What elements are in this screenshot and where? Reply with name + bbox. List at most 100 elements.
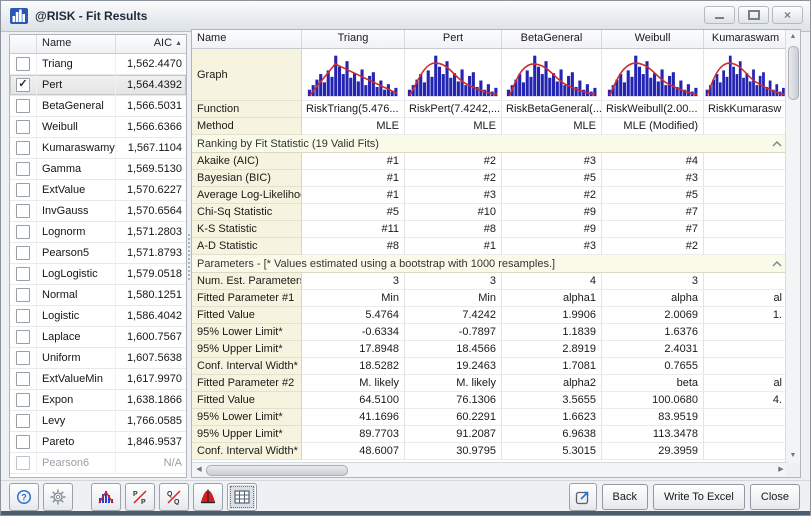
horizontal-scroll-thumb[interactable] <box>206 465 348 476</box>
fit-column-header[interactable]: Pert <box>405 30 502 48</box>
list-item[interactable]: Weibull1,566.6366 <box>10 117 186 138</box>
value-cell: 1.1839 <box>502 324 602 341</box>
fit-column-header[interactable]: Kumaraswam <box>704 30 788 48</box>
list-item[interactable]: Kumaraswamy1,567.1104 <box>10 138 186 159</box>
list-item[interactable]: Uniform1,607.5638 <box>10 348 186 369</box>
list-item[interactable]: InvGauss1,570.6564 <box>10 201 186 222</box>
vertical-scroll-thumb[interactable] <box>788 46 799 100</box>
minimize-button[interactable] <box>704 6 735 24</box>
list-item[interactable]: BetaGeneral1,566.5031 <box>10 96 186 117</box>
maximize-button[interactable] <box>738 6 769 24</box>
back-button[interactable]: Back <box>602 484 648 510</box>
fit-checkbox[interactable] <box>16 351 30 365</box>
row-label: Conf. Interval Width* <box>192 358 302 375</box>
fit-checkbox[interactable] <box>16 435 30 449</box>
fit-checkbox[interactable] <box>16 456 30 470</box>
fit-checkbox[interactable] <box>16 162 30 176</box>
pp-plot-button[interactable]: P P <box>125 483 155 511</box>
fit-checkbox[interactable] <box>16 225 30 239</box>
scroll-left-icon[interactable]: ◀ <box>192 463 206 477</box>
aic-column-header[interactable]: AIC▲ <box>116 35 186 53</box>
value-cell: #2 <box>405 170 502 187</box>
close-dialog-button[interactable]: Close <box>750 484 800 510</box>
export-button[interactable] <box>569 483 597 511</box>
checkbox-cell <box>10 369 37 389</box>
checkbox-cell <box>10 201 37 221</box>
fit-checkbox[interactable] <box>16 120 30 134</box>
statistics-grid-button[interactable] <box>227 483 257 511</box>
value-cell: 5.3015 <box>502 443 602 460</box>
list-item[interactable]: Gamma1,569.5130 <box>10 159 186 180</box>
list-item[interactable]: Lognorm1,571.2803 <box>10 222 186 243</box>
scroll-down-icon[interactable]: ▼ <box>786 449 800 463</box>
svg-text:Q: Q <box>174 499 180 505</box>
titlebar[interactable]: @RISK - Fit Results × <box>1 1 810 32</box>
fit-comparison-panel: NameTriangPertBetaGeneralWeibullKumarasw… <box>191 29 801 478</box>
write-to-excel-button[interactable]: Write To Excel <box>653 484 745 510</box>
list-item[interactable]: LogLogistic1,579.0518 <box>10 264 186 285</box>
settings-button[interactable] <box>43 483 73 511</box>
scroll-up-icon[interactable]: ▲ <box>786 30 800 44</box>
collapse-chevron-icon[interactable] <box>772 261 782 267</box>
list-item[interactable]: ExtValueMin1,617.9970 <box>10 369 186 390</box>
value-cell: 3 <box>602 273 704 290</box>
fit-checkbox[interactable] <box>16 393 30 407</box>
list-item[interactable]: Laplace1,600.7567 <box>10 327 186 348</box>
value-cell: 18.4566 <box>405 341 502 358</box>
scrollbar-corner <box>786 463 800 477</box>
vertical-scrollbar[interactable]: ▲ ▼ <box>785 30 800 463</box>
value-cell: alpha2 <box>502 375 602 392</box>
fit-checkbox[interactable] <box>16 414 30 428</box>
checkbox-cell <box>10 306 37 326</box>
value-cell: 3 <box>405 273 502 290</box>
fit-checkbox[interactable] <box>16 372 30 386</box>
row-label: Fitted Value <box>192 392 302 409</box>
value-cell: #1 <box>302 187 405 204</box>
help-button[interactable]: ? <box>9 483 39 511</box>
list-item[interactable]: Pearson51,571.8793 <box>10 243 186 264</box>
fit-name-cell: Normal <box>37 285 116 305</box>
value-cell: #9 <box>502 204 602 221</box>
fit-checkbox[interactable] <box>16 330 30 344</box>
list-item[interactable]: ExtValue1,570.6227 <box>10 180 186 201</box>
close-button[interactable]: × <box>772 6 803 24</box>
value-cell <box>704 204 788 221</box>
fit-checkbox[interactable] <box>16 267 30 281</box>
list-item[interactable]: Levy1,766.0585 <box>10 411 186 432</box>
fit-checkbox[interactable]: ✓ <box>16 78 30 92</box>
density-graph-button[interactable] <box>193 483 223 511</box>
fit-checkbox[interactable] <box>16 141 30 155</box>
list-item[interactable]: Pareto1,846.9537 <box>10 432 186 453</box>
row-label: Graph <box>192 49 302 101</box>
table-row: FunctionRiskTriang(5.476...RiskPert(7.42… <box>192 101 788 118</box>
fit-comparison-graph-button[interactable] <box>91 483 121 511</box>
list-item[interactable]: Triang1,562.4470 <box>10 54 186 75</box>
fit-aic-cell: 1,766.0585 <box>116 415 186 427</box>
name-column-header[interactable]: Name <box>37 35 116 53</box>
list-item[interactable]: Expon1,638.1866 <box>10 390 186 411</box>
qq-plot-button[interactable]: Q Q <box>159 483 189 511</box>
fit-column-header[interactable]: BetaGeneral <box>502 30 602 48</box>
fit-checkbox[interactable] <box>16 288 30 302</box>
table-row: Num. Est. Parameters3343 <box>192 273 788 290</box>
list-item[interactable]: Pearson6N/A <box>10 453 186 474</box>
fit-column-header[interactable]: Triang <box>302 30 405 48</box>
fit-checkbox[interactable] <box>16 204 30 218</box>
fit-checkbox[interactable] <box>16 309 30 323</box>
fit-checkbox[interactable] <box>16 99 30 113</box>
fit-column-header[interactable]: Weibull <box>602 30 704 48</box>
list-item[interactable]: Logistic1,586.4042 <box>10 306 186 327</box>
fit-checkbox[interactable] <box>16 183 30 197</box>
list-item[interactable]: Normal1,580.1251 <box>10 285 186 306</box>
horizontal-scrollbar[interactable]: ◀ ▶ <box>192 462 788 477</box>
fit-checkbox[interactable] <box>16 246 30 260</box>
fit-checkbox[interactable] <box>16 57 30 71</box>
fit-name-cell: Expon <box>37 390 116 410</box>
fit-name-cell: Pert <box>37 75 116 95</box>
value-cell: #7 <box>602 204 704 221</box>
fit-name-cell: LogLogistic <box>37 264 116 284</box>
table-row: Fitted Value64.510076.13063.5655100.0680… <box>192 392 788 409</box>
list-item[interactable]: ✓Pert1,564.4392 <box>10 75 186 96</box>
collapse-chevron-icon[interactable] <box>772 141 782 147</box>
value-cell: 60.2291 <box>405 409 502 426</box>
